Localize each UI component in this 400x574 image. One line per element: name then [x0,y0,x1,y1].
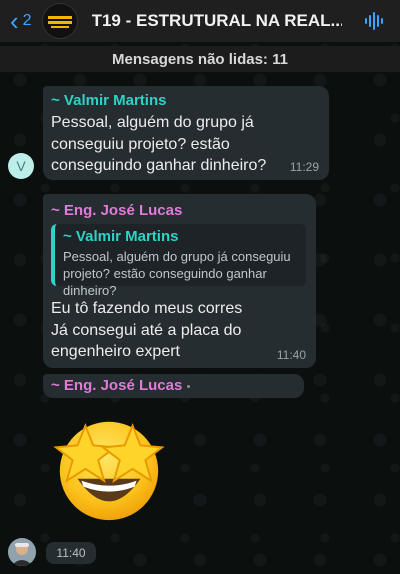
sender-avatar-valmir[interactable]: V [8,153,34,179]
message-bubble-jose-lucas[interactable]: ~ Eng. José Lucas ~ Valmir Martins Pesso… [43,194,316,368]
back-button[interactable]: ‹ 2 [10,0,32,42]
separator-dot [187,385,190,388]
chat-title[interactable]: T19 - ESTRUTURAL NA REAL... [92,11,342,31]
message-bubble-valmir[interactable]: ~ Valmir Martins Pessoal, alguém do grup… [43,86,329,180]
message-time: 11:40 [276,348,306,362]
message-time: 11:29 [289,160,319,174]
profile-photo-image [8,538,36,566]
audio-wave-icon[interactable] [364,12,386,30]
sticker-time: 11:40 [46,542,96,564]
group-avatar-logo [43,5,76,37]
back-unread-count: 2 [22,12,32,29]
message-sender[interactable]: ~ Eng. José Lucas [51,202,182,219]
unread-messages-banner: Mensagens não lidas: 11 [0,46,400,72]
chat-header: ‹ 2 T19 - ESTRUTURAL NA REAL... [0,0,400,42]
message-text: Pessoal, alguém do grupo já conseguiu pr… [51,114,267,174]
back-chevron-icon: ‹ [10,6,19,36]
group-avatar[interactable] [41,3,78,39]
sender-avatar-jose-lucas[interactable] [8,538,36,566]
quoted-sender: ~ Valmir Martins [63,228,179,245]
message-sender[interactable]: ~ Valmir Martins [51,92,166,109]
unread-messages-label: Mensagens não lidas: 11 [112,50,288,68]
message-text: Eu tô fazendo meus corres Já consegui at… [51,298,281,363]
quoted-message[interactable]: ~ Valmir Martins Pessoal, alguém do grup… [51,224,306,298]
message-text-line: Já consegui até a placa do engenheiro ex… [51,321,242,361]
message-text-line: Eu tô fazendo meus corres [51,300,243,317]
star-struck-emoji[interactable] [50,408,168,526]
quoted-text: Pessoal, alguém do grupo já conseguiu pr… [63,249,291,298]
message-sender[interactable]: ~ Eng. José Lucas [51,377,182,394]
sticker-sender-bubble: ~ Eng. José Lucas [43,374,304,398]
